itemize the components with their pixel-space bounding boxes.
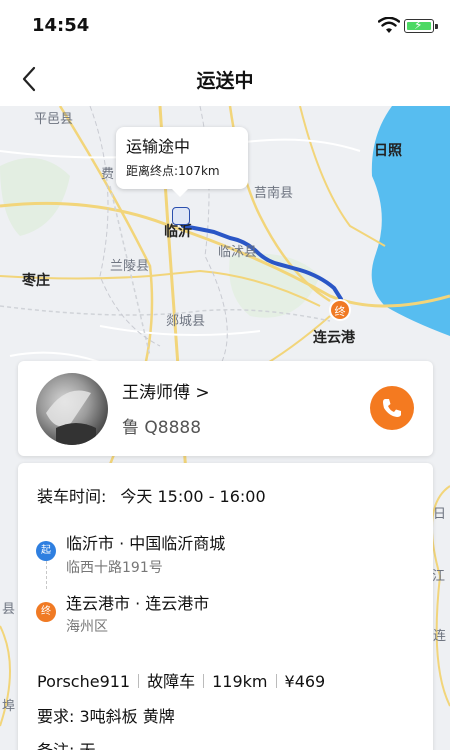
status-time: 14:54 xyxy=(32,15,90,36)
battery-charging-icon: ⚡ xyxy=(404,18,434,33)
map-label: 郯城县 xyxy=(166,314,206,329)
start-pin-icon: 起 xyxy=(36,541,56,561)
truck-location-icon[interactable] xyxy=(172,207,190,225)
requirement: 要求: 3吨斜板 黄牌 xyxy=(37,707,175,726)
transit-info-bubble: 运输途中 距离终点:107km xyxy=(116,127,248,197)
end-address: 连云港市 · 连云港市 xyxy=(66,594,210,613)
driver-card[interactable]: 王涛师傅 > 鲁 Q8888 xyxy=(18,361,433,456)
map-label: 枣庄 xyxy=(22,273,50,289)
map-label: 县 xyxy=(2,602,16,617)
avatar[interactable] xyxy=(36,373,108,445)
map-label: 莒南县 xyxy=(254,186,294,201)
divider xyxy=(275,674,277,688)
bubble-distance: 距离终点:107km xyxy=(126,164,220,178)
start-address-detail: 临西十路191号 xyxy=(66,560,163,576)
map-label: 日照 xyxy=(374,143,402,159)
map-label: 连 xyxy=(433,629,447,644)
load-time: 装车时间: 今天 15:00 - 16:00 xyxy=(37,483,266,507)
driver-name[interactable]: 王涛师傅 > xyxy=(122,378,210,403)
call-driver-button[interactable] xyxy=(370,386,414,430)
battery-cap xyxy=(435,24,438,29)
load-time-label: 装车时间: xyxy=(37,487,107,506)
map-label: 连云港 xyxy=(313,330,355,346)
order-price: ¥469 xyxy=(284,672,326,691)
phone-icon xyxy=(383,399,401,417)
destination-marker[interactable]: 终 xyxy=(329,299,351,321)
divider xyxy=(138,674,140,688)
order-attributes: Porsche911 故障车 119km ¥469 xyxy=(37,668,325,692)
start-address: 临沂市 · 中国临沂商城 xyxy=(66,534,226,553)
license-plate: 鲁 Q8888 xyxy=(122,418,202,438)
map-label: 平邑县 xyxy=(34,112,74,127)
order-card: 装车时间: 今天 15:00 - 16:00 起 临沂市 · 中国临沂商城 临西十… xyxy=(18,463,433,750)
end-pin-icon: 终 xyxy=(36,602,56,622)
wifi-icon xyxy=(378,17,400,33)
avatar-image xyxy=(46,390,96,445)
nav-bar: 运送中 xyxy=(0,52,450,106)
map-label: 埠 xyxy=(2,699,16,714)
map-label: 临沭县 xyxy=(218,245,258,260)
vehicle-model: Porsche911 xyxy=(37,672,131,691)
status-bar: 14:54 ⚡ xyxy=(0,0,450,52)
map-label: 兰陵县 xyxy=(110,259,150,274)
page-title: 运送中 xyxy=(196,70,254,92)
remark: 备注: 无 xyxy=(37,737,95,750)
end-address-detail: 海州区 xyxy=(66,619,108,635)
trip-distance: 119km xyxy=(212,672,268,691)
map-label: 日 xyxy=(433,507,447,522)
vehicle-type: 故障车 xyxy=(147,672,196,691)
divider xyxy=(203,674,205,688)
bubble-title: 运输途中 xyxy=(126,137,191,156)
map-label: 江 xyxy=(432,569,446,584)
map-label: 费 xyxy=(101,167,115,182)
load-time-value: 今天 15:00 - 16:00 xyxy=(120,487,266,506)
